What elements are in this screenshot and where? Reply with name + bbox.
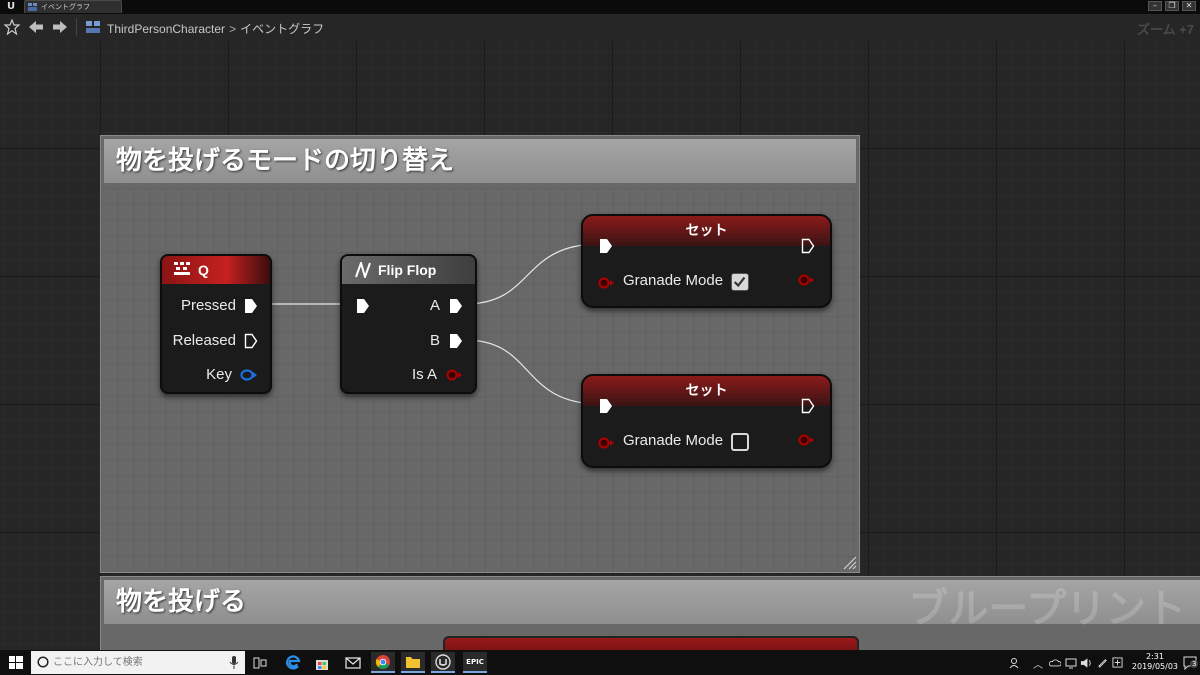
window-titlebar: U イベントグラフ – ❐ ✕ [0, 0, 1200, 14]
pin-label-pressed: Pressed [180, 297, 236, 314]
bool-pin-icon[interactable] [797, 274, 815, 286]
pin-label-a: A [429, 297, 440, 314]
restore-icon[interactable]: ❐ [1165, 1, 1179, 11]
graph-canvas[interactable]: 物を投げるモードの切り替え 物を投げる ブループリント Q Pressed Re… [0, 40, 1200, 650]
variable-label: Granade Mode [623, 272, 724, 289]
set-variable-node-false[interactable]: セット Granade Mode [581, 374, 832, 468]
back-arrow-icon[interactable] [28, 20, 44, 34]
node-title: Flip Flop [378, 262, 437, 278]
breadcrumb-separator: > [229, 22, 237, 36]
tab-event-graph[interactable]: イベントグラフ [24, 0, 122, 13]
event-node-partial[interactable] [443, 636, 859, 650]
pin-label-b: B [429, 332, 440, 349]
tab-label: イベントグラフ [41, 3, 90, 11]
bool-pin-icon[interactable] [597, 437, 615, 449]
edge-browser-icon[interactable] [281, 652, 305, 673]
exec-pin-empty-icon[interactable] [801, 238, 815, 254]
star-icon[interactable] [4, 19, 20, 35]
notification-count: 3 [1190, 660, 1199, 668]
system-tray: ︿ [1005, 650, 1125, 675]
keyboard-icon [174, 262, 190, 275]
ime-icon[interactable] [1112, 657, 1123, 668]
bool-pin-icon[interactable] [597, 277, 615, 289]
bool-pin-icon[interactable] [445, 369, 463, 381]
pin-label-key: Key [206, 366, 232, 383]
granade-mode-checkbox[interactable] [731, 273, 749, 291]
taskbar-search[interactable] [31, 651, 245, 674]
notification-center-icon[interactable]: 3 [1183, 655, 1199, 671]
mail-icon[interactable] [341, 652, 365, 673]
network-icon[interactable] [1065, 657, 1077, 669]
pen-icon[interactable] [1097, 657, 1108, 668]
resize-grip-icon[interactable] [841, 554, 857, 570]
node-title: セット [685, 382, 728, 398]
store-icon[interactable] [310, 652, 334, 673]
people-icon[interactable] [1009, 657, 1021, 669]
onedrive-icon[interactable] [1049, 658, 1061, 667]
divider [76, 18, 77, 36]
system-clock[interactable]: 2:31 2019/05/03 [1132, 652, 1178, 672]
node-title: セット [685, 222, 728, 238]
unreal-engine-icon[interactable] [431, 652, 455, 673]
graph-toolbar: ThirdPersonCharacter > イベントグラフ ズーム +7 [0, 14, 1200, 41]
blueprint-icon [28, 3, 37, 11]
input-key-q-node[interactable]: Q Pressed Released Key [160, 254, 272, 394]
flip-flop-node[interactable]: Flip Flop A B Is A [340, 254, 477, 394]
exec-pin-icon[interactable] [599, 398, 613, 414]
microphone-icon[interactable] [229, 656, 239, 669]
windows-taskbar: EPIC ︿ 2:31 2019/05/03 3 [0, 650, 1200, 675]
set-variable-node-true[interactable]: セット Granade Mode [581, 214, 832, 308]
checkmark-icon [733, 276, 746, 288]
node-header[interactable]: セット [583, 376, 830, 406]
minimize-icon[interactable]: – [1148, 1, 1162, 11]
bool-pin-icon[interactable] [797, 434, 815, 446]
chrome-icon[interactable] [371, 652, 395, 673]
search-input[interactable] [53, 651, 213, 674]
exec-pin-icon[interactable] [356, 298, 370, 314]
file-explorer-icon[interactable] [401, 652, 425, 673]
breadcrumb-root[interactable]: ThirdPersonCharacter [107, 22, 225, 36]
granade-mode-checkbox[interactable] [731, 433, 749, 451]
exec-pin-icon[interactable] [449, 333, 463, 349]
node-title: Q [198, 262, 209, 278]
volume-icon[interactable] [1080, 657, 1093, 669]
exec-pin-icon[interactable] [244, 298, 258, 314]
exec-pin-empty-icon[interactable] [244, 333, 258, 349]
exec-pin-icon[interactable] [449, 298, 463, 314]
cortana-icon [37, 656, 49, 668]
comment-title[interactable]: 物を投げるモードの切り替え [104, 139, 856, 183]
struct-pin-icon[interactable] [240, 369, 258, 381]
unreal-logo-icon: U [6, 1, 16, 12]
epic-label: EPIC [466, 657, 484, 666]
chevron-up-icon[interactable]: ︿ [1033, 656, 1043, 671]
flipflop-icon [355, 262, 371, 278]
pin-label-is-a: Is A [411, 366, 437, 383]
blueprint-watermark: ブループリント [908, 586, 1186, 632]
node-header[interactable]: セット [583, 216, 830, 246]
windows-start-icon[interactable] [4, 652, 28, 673]
zoom-level: ズーム +7 [1136, 22, 1194, 37]
node-header[interactable]: Flip Flop [342, 256, 475, 284]
node-header[interactable]: Q [162, 256, 270, 284]
task-view-icon[interactable] [248, 652, 272, 673]
clock-date: 2019/05/03 [1131, 662, 1178, 671]
blueprint-icon [86, 21, 100, 33]
clock-time: 2:31 [1145, 652, 1164, 661]
exec-pin-empty-icon[interactable] [801, 398, 815, 414]
exec-pin-icon[interactable] [599, 238, 613, 254]
pin-label-released: Released [172, 332, 236, 349]
breadcrumb-current: イベントグラフ [240, 22, 325, 36]
variable-label: Granade Mode [623, 432, 724, 449]
breadcrumb: ThirdPersonCharacter > イベントグラフ [107, 20, 324, 37]
close-icon[interactable]: ✕ [1182, 1, 1196, 11]
forward-arrow-icon[interactable] [52, 20, 68, 34]
epic-launcher-icon[interactable]: EPIC [463, 652, 487, 673]
